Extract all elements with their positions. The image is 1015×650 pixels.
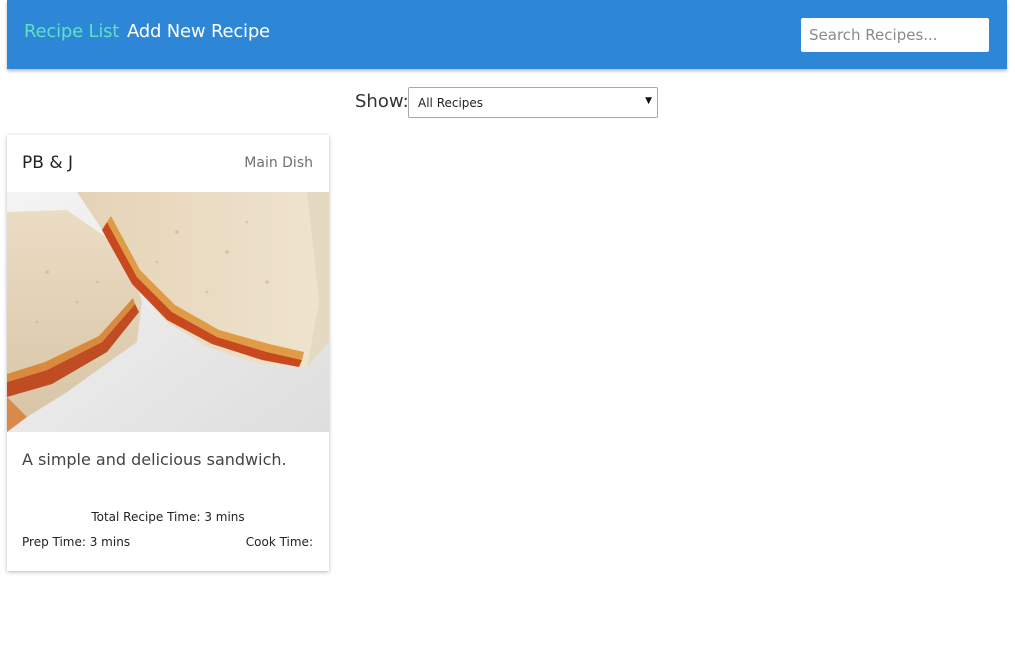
recipe-filter-select[interactable]: All Recipes ▼: [408, 87, 658, 118]
recipe-card[interactable]: PB & J Main Dish A simple and delicious …: [7, 135, 329, 571]
filter-selected-value: All Recipes: [418, 96, 484, 110]
navbar: Recipe List Add New Recipe: [7, 0, 1007, 69]
nav-link-recipe-list[interactable]: Recipe List: [24, 20, 119, 44]
recipe-cook-time: Cook Time:: [245, 535, 313, 549]
sandwich-photo: [7, 192, 329, 432]
recipe-prep-time: Prep Time: 3 mins: [22, 535, 131, 549]
filter-label: Show:: [355, 91, 409, 112]
recipe-total-time: Total Recipe Time: 3 mins: [91, 510, 245, 524]
nav-link-add-new-recipe[interactable]: Add New Recipe: [127, 20, 270, 44]
recipe-description: A simple and delicious sandwich.: [22, 450, 287, 469]
recipe-image: [7, 192, 329, 432]
search-input[interactable]: [801, 18, 989, 52]
recipe-title: PB & J: [22, 153, 73, 173]
recipe-category: Main Dish: [244, 155, 313, 171]
chevron-down-icon: ▼: [645, 96, 652, 106]
